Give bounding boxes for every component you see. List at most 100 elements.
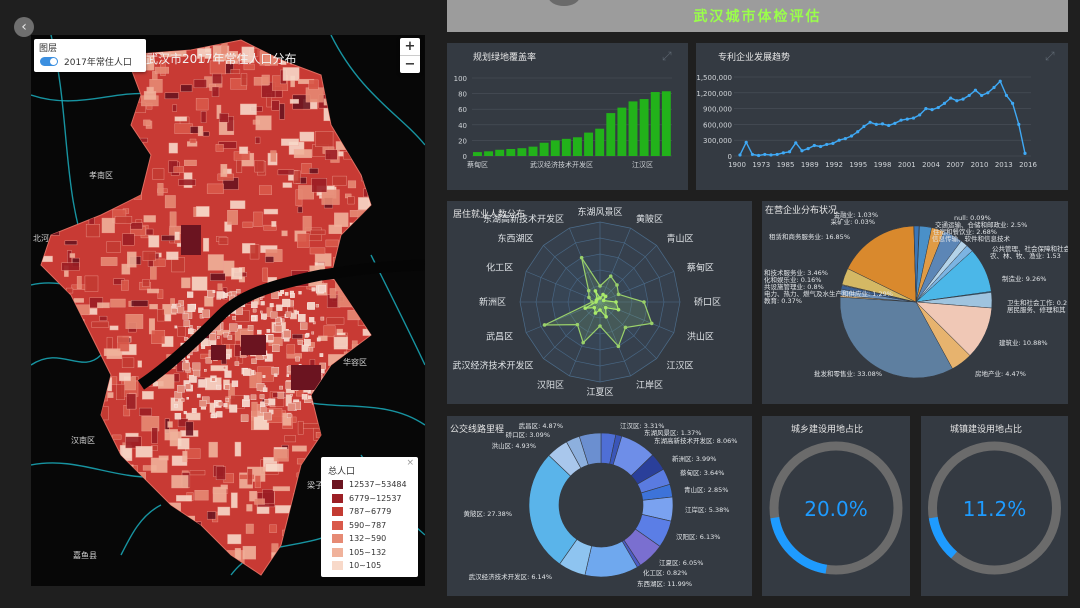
map-district bbox=[41, 177, 46, 182]
map-district bbox=[260, 310, 263, 314]
map-district bbox=[73, 107, 88, 122]
radar-axis-label: 黄陂区 bbox=[636, 213, 663, 225]
map-district bbox=[101, 133, 118, 144]
map-district bbox=[193, 369, 201, 377]
radar-axis-label: 青山区 bbox=[666, 232, 693, 244]
map-district bbox=[177, 306, 185, 314]
map-district bbox=[57, 579, 61, 586]
back-button[interactable]: ‹ bbox=[14, 17, 34, 37]
bar bbox=[506, 148, 516, 156]
radar-point bbox=[592, 305, 597, 310]
map-district bbox=[174, 325, 178, 329]
panel-title: 城乡建设用地占比 bbox=[791, 425, 864, 435]
map-district bbox=[154, 66, 170, 74]
map-district bbox=[421, 499, 425, 504]
map-district bbox=[174, 404, 178, 408]
map-district bbox=[394, 427, 412, 438]
map-district bbox=[293, 493, 303, 500]
map-district bbox=[282, 298, 291, 307]
map-district bbox=[260, 301, 265, 306]
map-district bbox=[51, 359, 69, 365]
map-district bbox=[81, 510, 100, 525]
map-district bbox=[334, 212, 349, 227]
map-district bbox=[289, 293, 295, 298]
map-district bbox=[91, 449, 98, 457]
map-district bbox=[94, 529, 106, 540]
map-district bbox=[421, 286, 425, 297]
map-district bbox=[262, 387, 268, 393]
map-district bbox=[182, 358, 186, 362]
map-district bbox=[299, 322, 308, 330]
map-district bbox=[284, 552, 290, 565]
radar-point bbox=[623, 325, 628, 330]
map-district bbox=[65, 112, 75, 129]
map-district bbox=[58, 157, 66, 168]
data-point bbox=[973, 88, 978, 92]
radar-point bbox=[616, 307, 621, 312]
donut-label: 东湖高新技术开发区: 8.06% bbox=[654, 436, 737, 445]
map-district bbox=[410, 93, 421, 108]
map-district bbox=[114, 450, 121, 456]
map-district bbox=[189, 138, 197, 144]
map-district bbox=[373, 247, 389, 255]
pie-label: 建筑业: 10.88% bbox=[999, 338, 1048, 347]
map-district bbox=[349, 238, 361, 244]
panel-title: 居住就业人数分布 bbox=[453, 210, 526, 220]
map-district bbox=[309, 247, 326, 255]
map-district bbox=[210, 414, 215, 418]
map-district bbox=[118, 179, 133, 185]
y-tick-label: 0 bbox=[728, 153, 732, 161]
layer-toggle[interactable] bbox=[40, 57, 58, 66]
gauge-value: 20.0% bbox=[804, 497, 868, 521]
bar bbox=[517, 148, 527, 156]
map-district bbox=[42, 388, 60, 401]
legend-close-icon[interactable]: × bbox=[406, 458, 414, 468]
map-district bbox=[68, 319, 85, 326]
radar-axis-label: 江岸区 bbox=[636, 380, 663, 391]
expand-icon[interactable]: ⤢ bbox=[1045, 49, 1055, 64]
donut-label: 新洲区: 3.99% bbox=[672, 454, 716, 463]
expand-icon[interactable]: ⤢ bbox=[662, 49, 672, 64]
map-district bbox=[240, 414, 249, 422]
map-district bbox=[121, 492, 129, 498]
bar bbox=[484, 151, 494, 156]
map-district bbox=[347, 426, 354, 443]
legend-item: 12537~53484 bbox=[332, 480, 407, 491]
map-district bbox=[52, 311, 59, 317]
y-tick-label: 1,500,000 bbox=[696, 74, 732, 82]
zoom-in-button[interactable]: + bbox=[400, 38, 420, 56]
map-district bbox=[246, 504, 253, 512]
map-district bbox=[104, 555, 116, 566]
data-point bbox=[1017, 122, 1021, 126]
x-tick-label: 武汉经济技术开发区 bbox=[530, 160, 593, 169]
map-district bbox=[200, 110, 207, 123]
map-district bbox=[66, 287, 74, 294]
data-point bbox=[893, 121, 897, 125]
x-tick-label: 2016 bbox=[1019, 161, 1037, 169]
map-district bbox=[328, 578, 339, 586]
zoom-out-button[interactable]: − bbox=[400, 56, 420, 73]
map-district bbox=[301, 51, 308, 62]
map-district bbox=[371, 298, 386, 309]
map-district bbox=[89, 308, 98, 315]
map-district bbox=[227, 292, 232, 297]
map-district bbox=[286, 344, 296, 355]
map-district bbox=[125, 314, 144, 329]
map-district bbox=[142, 391, 154, 400]
map-district bbox=[85, 223, 100, 238]
map-district bbox=[303, 513, 309, 528]
map-district bbox=[173, 373, 180, 383]
map-district bbox=[72, 449, 91, 461]
map-district bbox=[261, 313, 267, 320]
gauge-value: 11.2% bbox=[962, 497, 1027, 521]
map-district bbox=[299, 131, 315, 142]
map-district bbox=[282, 182, 293, 188]
map-district bbox=[197, 125, 204, 137]
map-district bbox=[227, 534, 242, 545]
map-district bbox=[97, 507, 104, 515]
radar-point bbox=[608, 274, 613, 278]
map-district bbox=[207, 511, 216, 520]
map-district bbox=[224, 370, 232, 378]
map-district bbox=[263, 208, 279, 215]
map-district bbox=[82, 145, 93, 157]
